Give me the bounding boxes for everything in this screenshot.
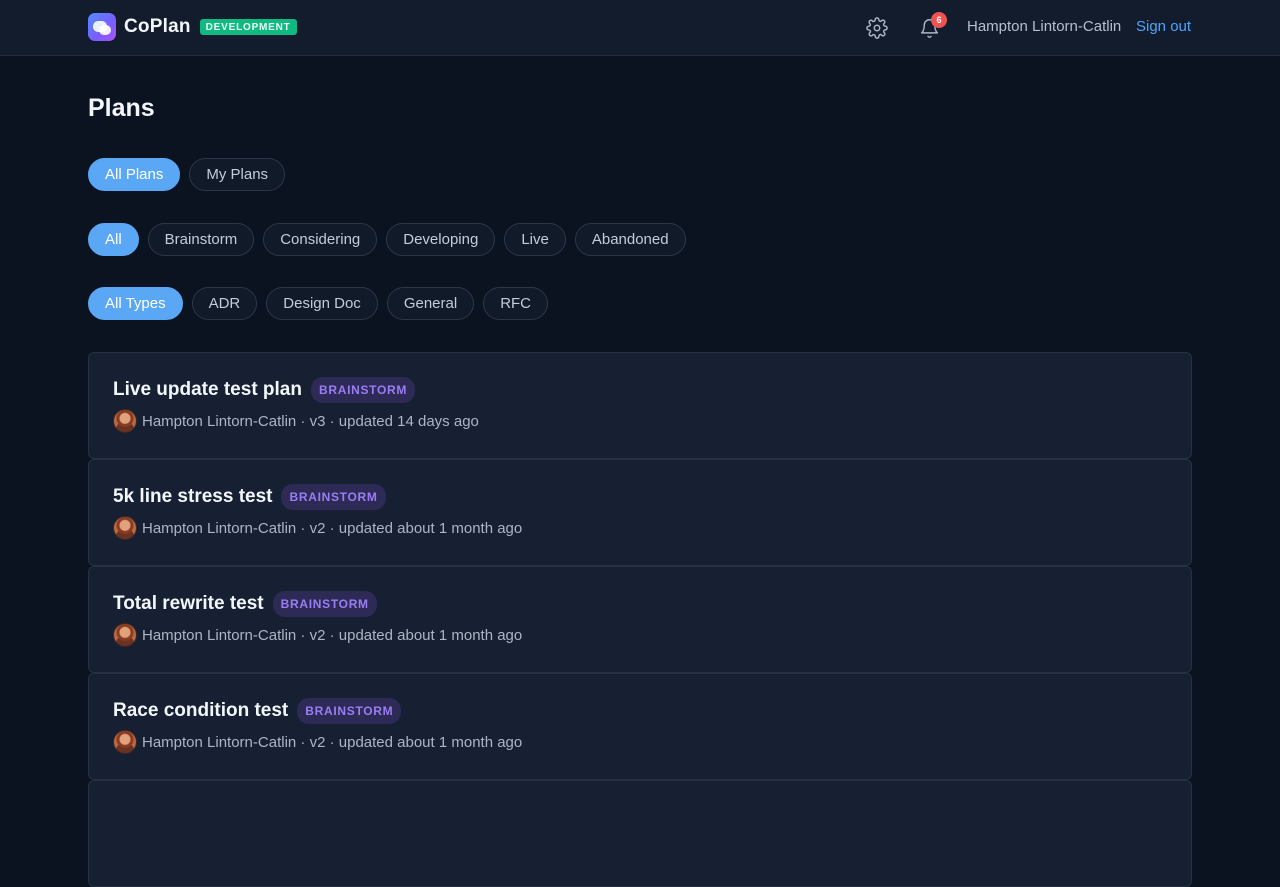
- filter-type-rfc[interactable]: RFC: [483, 287, 549, 320]
- filter-status-considering[interactable]: Considering: [263, 223, 378, 256]
- plan-status-badge: BRAINSTORM: [297, 698, 402, 724]
- plan-author: Hampton Lintorn-Catlin: [142, 412, 297, 430]
- plan-title[interactable]: Race condition test: [113, 700, 288, 722]
- plan-author: Hampton Lintorn-Catlin: [142, 519, 297, 537]
- filter-my-plans[interactable]: My Plans: [189, 158, 286, 191]
- environment-badge: DEVELOPMENT: [199, 19, 297, 35]
- plan-card[interactable]: 5k line stress test BRAINSTORM Hampton L…: [88, 459, 1192, 566]
- plan-card-partial[interactable]: [88, 780, 1192, 887]
- author-avatar: [113, 730, 137, 754]
- sign-out-link[interactable]: Sign out: [1136, 18, 1191, 35]
- filter-status-abandoned[interactable]: Abandoned: [574, 223, 686, 256]
- plan-title[interactable]: Live update test plan: [113, 379, 302, 401]
- plan-meta-info: · v2 · updated about 1 month ago: [300, 626, 523, 644]
- notification-count-badge: 6: [931, 12, 947, 28]
- coplan-logo-icon: [88, 13, 116, 41]
- filter-status-developing[interactable]: Developing: [386, 223, 496, 256]
- app-name: CoPlan: [124, 16, 191, 37]
- plan-status-badge: BRAINSTORM: [281, 484, 386, 510]
- type-filter-group: All Types ADR Design Doc General RFC: [88, 287, 549, 320]
- plan-title[interactable]: 5k line stress test: [113, 486, 272, 508]
- plan-author: Hampton Lintorn-Catlin: [142, 626, 297, 644]
- filter-status-live[interactable]: Live: [504, 223, 566, 256]
- filter-status-brainstorm[interactable]: Brainstorm: [147, 223, 255, 256]
- filter-type-general[interactable]: General: [386, 287, 475, 320]
- plan-status-badge: BRAINSTORM: [310, 377, 416, 403]
- plan-list: Live update test plan BRAINSTORM Hampton…: [88, 352, 1192, 887]
- author-avatar: [113, 516, 137, 540]
- top-navigation-bar: CoPlan DEVELOPMENT 6 Hampton Lintorn-Cat…: [0, 0, 1280, 56]
- filter-type-all[interactable]: All Types: [88, 287, 183, 320]
- filter-type-design-doc[interactable]: Design Doc: [266, 287, 378, 320]
- current-user-name: Hampton Lintorn-Catlin: [967, 18, 1122, 35]
- notifications-button[interactable]: 6: [916, 12, 947, 41]
- app-logo[interactable]: CoPlan DEVELOPMENT: [88, 13, 297, 41]
- plan-title[interactable]: Total rewrite test: [113, 593, 264, 615]
- plan-status-badge: BRAINSTORM: [272, 591, 377, 617]
- author-avatar: [113, 623, 137, 647]
- plan-author: Hampton Lintorn-Catlin: [142, 733, 297, 751]
- gear-icon: [866, 17, 888, 39]
- page-title: Plans: [88, 94, 155, 122]
- plan-card[interactable]: Race condition test BRAINSTORM Hampton L…: [88, 673, 1192, 780]
- plan-card[interactable]: Total rewrite test BRAINSTORM Hampton Li…: [88, 566, 1192, 673]
- settings-button[interactable]: [864, 15, 890, 41]
- filter-all-plans[interactable]: All Plans: [88, 158, 181, 191]
- plan-meta-info: · v2 · updated about 1 month ago: [300, 519, 523, 537]
- author-avatar: [113, 409, 137, 433]
- status-filter-group: All Brainstorm Considering Developing Li…: [88, 223, 686, 256]
- scope-filter-group: All Plans My Plans: [88, 158, 286, 191]
- plan-meta-info: · v2 · updated about 1 month ago: [300, 733, 523, 751]
- plan-meta-info: · v3 · updated 14 days ago: [300, 412, 479, 430]
- plan-card[interactable]: Live update test plan BRAINSTORM Hampton…: [88, 352, 1192, 459]
- filter-status-all[interactable]: All: [88, 223, 139, 256]
- filter-type-adr[interactable]: ADR: [191, 287, 258, 320]
